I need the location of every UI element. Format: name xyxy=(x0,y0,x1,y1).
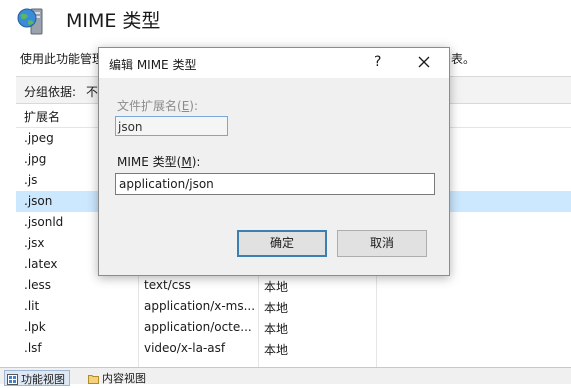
close-icon[interactable] xyxy=(417,55,431,69)
mime-type-cell: video/x-la-asf xyxy=(144,341,226,355)
table-row[interactable]: .lit application/x-ms... 本地 xyxy=(16,296,571,317)
table-row[interactable]: .lsf video/x-la-asf 本地 xyxy=(16,338,571,359)
mime-type-cell: text/css xyxy=(144,278,191,292)
extension-cell: .less xyxy=(24,278,52,292)
cancel-button[interactable]: 取消 xyxy=(337,230,427,257)
ok-button[interactable]: 确定 xyxy=(237,230,327,257)
mime-type-cell: application/x-ms... xyxy=(144,299,256,313)
entry-type-cell: 本地 xyxy=(264,343,289,357)
server-globe-icon xyxy=(16,6,50,36)
mime-type-input[interactable] xyxy=(115,173,435,195)
page-title: MIME 类型 xyxy=(66,10,161,32)
dialog-titlebar: 编辑 MIME 类型 ? xyxy=(99,48,449,78)
page-description-end: 表。 xyxy=(451,52,476,66)
feature-view-icon xyxy=(7,374,18,385)
group-by-label: 分组依据: xyxy=(24,85,77,99)
dialog-title: 编辑 MIME 类型 xyxy=(109,58,197,72)
content-view-icon xyxy=(88,373,99,384)
column-header-extension[interactable]: 扩展名 xyxy=(24,108,60,125)
group-by-select[interactable]: 不 xyxy=(86,83,98,100)
extension-cell: .lsf xyxy=(24,341,42,355)
tab-content-view[interactable]: 内容视图 xyxy=(88,370,146,385)
entry-type-cell: 本地 xyxy=(264,301,289,315)
table-row[interactable]: .lpk application/octe... 本地 xyxy=(16,317,571,338)
tab-feature-view-label: 功能视图 xyxy=(21,373,65,386)
extension-field: json xyxy=(115,116,228,136)
table-row[interactable]: .less text/css 本地 xyxy=(16,275,571,296)
tab-feature-view[interactable]: 功能视图 xyxy=(4,370,70,386)
help-button[interactable]: ? xyxy=(374,54,381,70)
entry-type-cell: 本地 xyxy=(264,322,289,336)
tab-content-view-label: 内容视图 xyxy=(102,372,146,385)
edit-mime-type-dialog: 编辑 MIME 类型 ? 文件扩展名(E): json MIME 类型(M): … xyxy=(98,47,450,276)
entry-type-cell: 本地 xyxy=(264,280,289,294)
extension-value: json xyxy=(118,120,143,134)
mime-type-label: MIME 类型(M): xyxy=(117,155,201,169)
view-tab-bar: 功能视图 内容视图 xyxy=(0,367,571,386)
page-description: 使用此功能管理 xyxy=(20,52,105,66)
extension-cell: .lpk xyxy=(24,320,46,334)
mime-type-cell: application/octe... xyxy=(144,320,252,334)
extension-cell: .lit xyxy=(24,299,40,313)
extension-label: 文件扩展名(E): xyxy=(117,99,199,113)
